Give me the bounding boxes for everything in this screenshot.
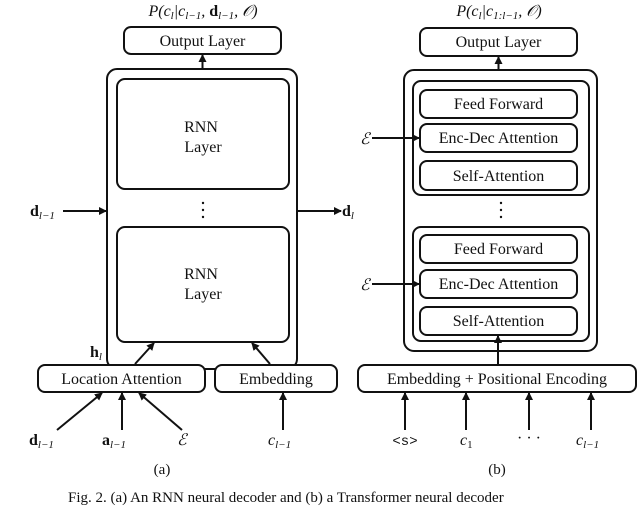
output-layer-label: Output Layer	[160, 33, 246, 50]
feed-forward-bottom-label: Feed Forward	[454, 241, 543, 258]
input-sos-token: <s>	[392, 434, 417, 450]
output-layer-label-b: Output Layer	[456, 34, 542, 51]
self-attention-top-label: Self-Attention	[453, 168, 545, 185]
input-c-prev: cl−1	[268, 432, 291, 451]
location-attention-label: Location Attention	[61, 371, 181, 388]
feed-forward-top-label: Feed Forward	[454, 96, 543, 113]
rnn-layer-bottom	[116, 226, 290, 343]
figure-caption: Fig. 2. (a) An RNN neural decoder and (b…	[68, 490, 504, 506]
output-d-label: dl	[342, 203, 354, 222]
panel-b-formula: P(cl|c1:l−1, 𝒪)	[455, 3, 541, 22]
encoder-input-E-top: ℰ	[360, 131, 372, 148]
embedding-label: Embedding	[239, 371, 313, 388]
panel-a-caption: (a)	[154, 462, 171, 478]
input-a-prev: al−1	[102, 432, 126, 451]
input-d-prev-bottom: dl−1	[29, 432, 54, 451]
enc-dec-attention-bottom-label: Enc-Dec Attention	[439, 276, 559, 293]
input-encoder-E: ℰ	[177, 432, 189, 449]
panel-a-rnn-decoder: P(cl|cl−1, dl−1, 𝒪) Output Layer RNN Lay…	[29, 3, 354, 478]
decoder-diagram: P(cl|cl−1, dl−1, 𝒪) Output Layer RNN Lay…	[29, 3, 637, 506]
panel-b-caption: (b)	[488, 462, 506, 478]
panel-b-transformer-decoder: P(cl|c1:l−1, 𝒪) Output Layer Feed Forwar…	[357, 3, 637, 478]
self-attention-bottom-label: Self-Attention	[453, 313, 545, 330]
embedding-positional-encoding-label: Embedding + Positional Encoding	[387, 371, 607, 388]
input-ellipsis: · · ·	[517, 430, 541, 447]
input-c1: c1	[460, 432, 473, 451]
panel-a-formula: P(cl|cl−1, dl−1, 𝒪)	[147, 3, 257, 22]
arrow-d-prev-to-attention	[56, 392, 103, 431]
arrow-E-to-attention	[138, 392, 183, 431]
encoder-input-E-bottom: ℰ	[360, 277, 372, 294]
input-c-prev-b: cl−1	[576, 432, 599, 451]
enc-dec-attention-top-label: Enc-Dec Attention	[439, 130, 559, 147]
input-d-prev-label: dl−1	[30, 203, 55, 222]
h-label: hl	[90, 344, 102, 363]
